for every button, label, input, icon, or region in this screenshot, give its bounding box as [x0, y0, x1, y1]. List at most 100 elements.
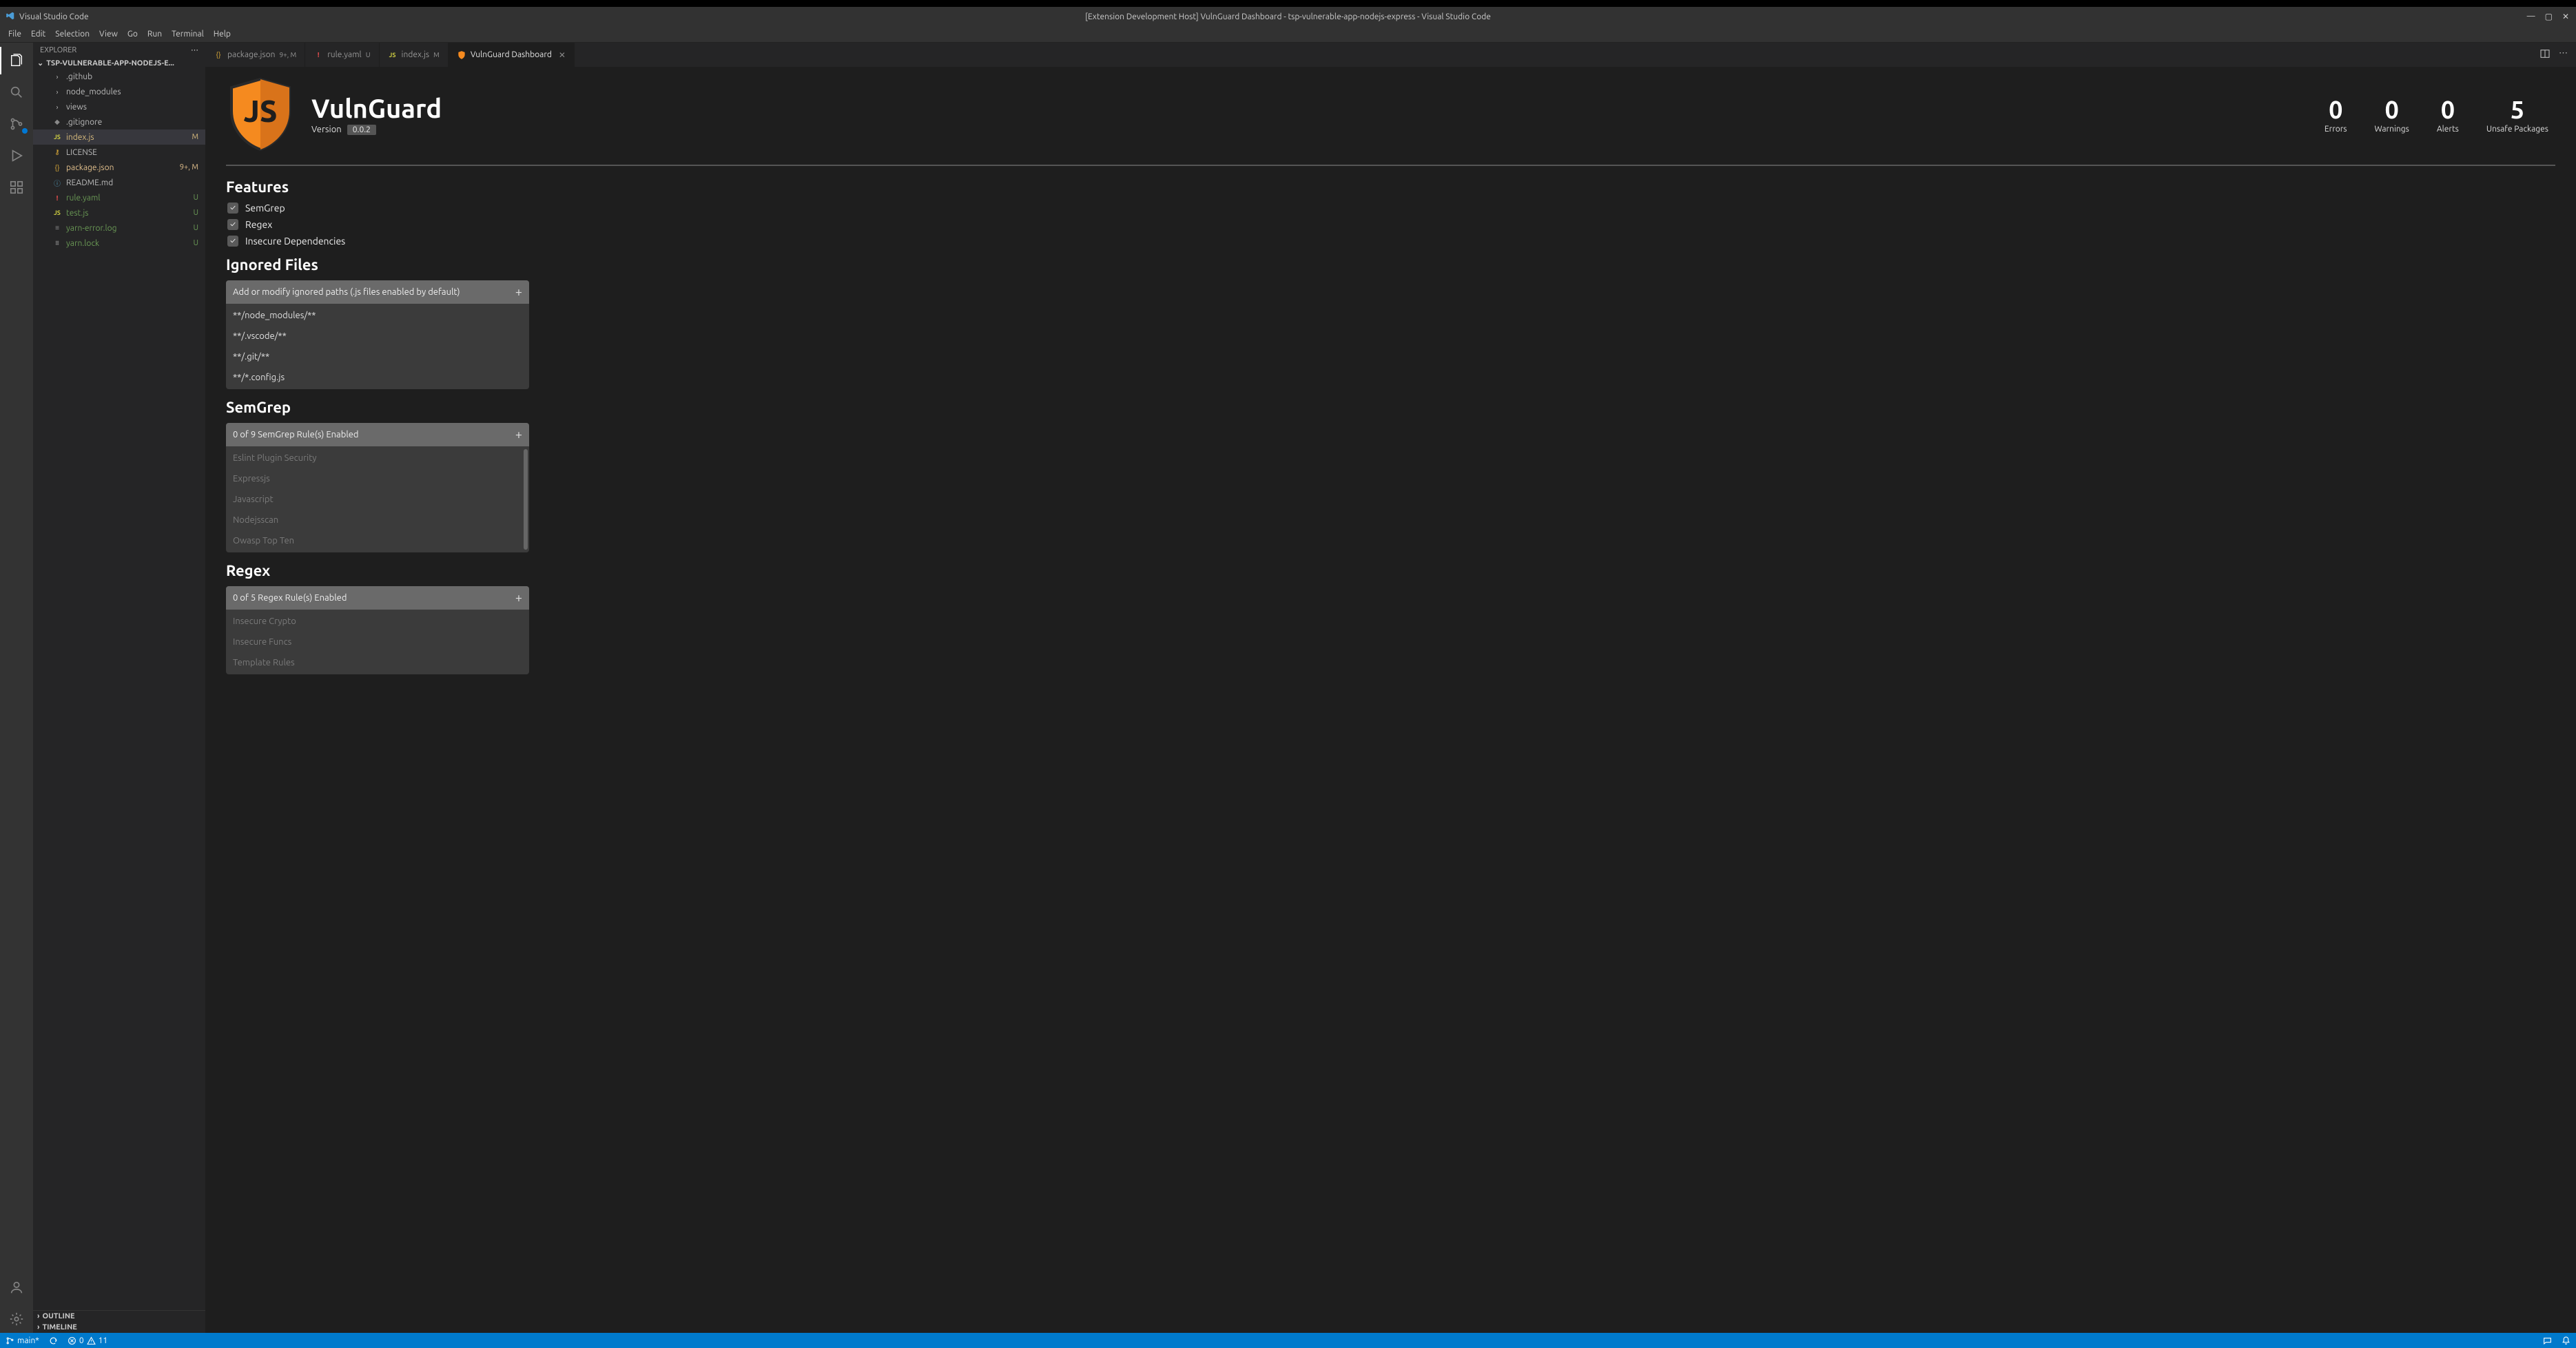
- scm-badge: [22, 128, 28, 134]
- checkbox-checked-icon[interactable]: ✓: [227, 236, 238, 247]
- menu-selection[interactable]: Selection: [51, 28, 94, 40]
- add-semgrep-rule-button[interactable]: +: [515, 428, 522, 441]
- status-feedback[interactable]: [2543, 1336, 2552, 1345]
- stat-label: Unsafe Packages: [2486, 125, 2548, 134]
- features-list: ✓SemGrep ✓Regex ✓Insecure Dependencies: [227, 203, 2555, 247]
- split-editor-icon[interactable]: [2539, 48, 2551, 61]
- regex-summary: 0 of 5 Regex Rule(s) Enabled: [233, 593, 347, 603]
- tab-rule-yaml[interactable]: !rule.yamlU: [305, 43, 379, 67]
- tree-item-label: yarn-error.log: [66, 224, 174, 233]
- list-item[interactable]: Javascript: [226, 489, 529, 510]
- explorer-root-label: TSP-VULNERABLE-APP-NODEJS-E...: [46, 59, 174, 68]
- file-index-js[interactable]: JSindex.jsM: [33, 129, 205, 145]
- version-label: Version: [311, 125, 342, 134]
- more-actions-icon[interactable]: ⋯: [2559, 48, 2568, 61]
- window-maximize-icon[interactable]: ▢: [2545, 12, 2553, 21]
- file--gitignore[interactable]: ◆.gitignore: [33, 114, 205, 129]
- stat-value: 5: [2486, 95, 2548, 123]
- menu-run[interactable]: Run: [143, 28, 166, 40]
- file-yarn-error-log[interactable]: ≡yarn-error.logU: [33, 220, 205, 236]
- menu-help[interactable]: Help: [209, 28, 235, 40]
- activity-search[interactable]: [0, 79, 33, 106]
- branch-name: main*: [17, 1336, 39, 1345]
- feature-insecure-dependencies[interactable]: ✓Insecure Dependencies: [227, 236, 2555, 247]
- git-status: U: [178, 224, 205, 232]
- list-item[interactable]: Eslint Plugin Security: [226, 448, 529, 468]
- activity-source-control[interactable]: [0, 110, 33, 138]
- tree-item-label: rule.yaml: [66, 194, 174, 203]
- vulnguard-dashboard: JS VulnGuard Version 0.0.2 0Errors0Warni…: [205, 67, 2576, 1333]
- checkbox-checked-icon[interactable]: ✓: [227, 203, 238, 214]
- tree-item-label: test.js: [66, 209, 174, 218]
- activity-explorer[interactable]: [0, 47, 33, 74]
- tree-item-label: node_modules: [66, 87, 174, 96]
- tab-index-js[interactable]: JSindex.jsM: [380, 43, 449, 67]
- window-minimize-icon[interactable]: —: [2527, 12, 2535, 21]
- list-item[interactable]: **/*.config.js: [226, 367, 529, 388]
- tab-package-json[interactable]: {}package.json9+, M: [205, 43, 305, 67]
- list-item[interactable]: **/node_modules/**: [226, 305, 529, 326]
- dashboard-title: VulnGuard: [311, 94, 442, 123]
- ignored-input-placeholder[interactable]: Add or modify ignored paths (.js files e…: [233, 287, 460, 297]
- tab-vulnguard-dashboard[interactable]: VulnGuard Dashboard✕: [449, 43, 575, 67]
- menu-go[interactable]: Go: [123, 28, 142, 40]
- list-item[interactable]: Nodejsscan: [226, 510, 529, 530]
- folder-node-modules[interactable]: ›node_modules: [33, 84, 205, 99]
- timeline-section[interactable]: TIMELINE: [33, 1322, 205, 1333]
- list-item[interactable]: Insecure Crypto: [226, 611, 529, 632]
- activity-extensions[interactable]: [0, 174, 33, 201]
- activity-account[interactable]: [0, 1274, 33, 1301]
- list-item[interactable]: Expressjs: [226, 468, 529, 489]
- git-status: U: [178, 194, 205, 202]
- folder--github[interactable]: ›.github: [33, 69, 205, 84]
- file-license[interactable]: ⚷LICENSE: [33, 145, 205, 160]
- activity-settings[interactable]: [0, 1305, 33, 1333]
- outline-label: OUTLINE: [42, 1312, 74, 1320]
- file-readme-md[interactable]: ⓘREADME.md: [33, 175, 205, 190]
- menu-terminal[interactable]: Terminal: [167, 28, 208, 40]
- list-item[interactable]: **/.git/**: [226, 346, 529, 367]
- file-yarn-lock[interactable]: ⩩yarn.lockU: [33, 236, 205, 251]
- chevron-down-icon: [37, 59, 43, 68]
- file-rule-yaml[interactable]: !rule.yamlU: [33, 190, 205, 205]
- stat-value: 0: [2325, 95, 2347, 123]
- status-notifications[interactable]: [2562, 1336, 2570, 1345]
- file-test-js[interactable]: JStest.jsU: [33, 205, 205, 220]
- add-ignored-path-button[interactable]: +: [515, 286, 522, 298]
- status-branch[interactable]: main*: [6, 1336, 39, 1345]
- window-close-icon[interactable]: ✕: [2562, 12, 2569, 21]
- tab-label: index.js: [402, 50, 430, 59]
- dashboard-stats: 0Errors0Warnings0Alerts5Unsafe Packages: [2325, 95, 2555, 134]
- add-regex-rule-button[interactable]: +: [515, 592, 522, 604]
- activity-run-debug[interactable]: [0, 142, 33, 169]
- folder-views[interactable]: ›views: [33, 99, 205, 114]
- status-bar: main* 0 11: [0, 1333, 2576, 1348]
- checkbox-checked-icon[interactable]: ✓: [227, 219, 238, 230]
- stat-label: Errors: [2325, 125, 2347, 134]
- status-sync[interactable]: [49, 1336, 58, 1345]
- tab-label: rule.yaml: [327, 50, 362, 59]
- file-package-json[interactable]: {}package.json9+, M: [33, 160, 205, 175]
- tab-status: U: [366, 51, 371, 59]
- tab-status: M: [433, 51, 440, 59]
- status-problems[interactable]: 0 11: [68, 1336, 107, 1345]
- feature-semgrep[interactable]: ✓SemGrep: [227, 203, 2555, 214]
- git-status: U: [178, 209, 205, 217]
- stat-label: Alerts: [2437, 125, 2459, 134]
- list-item[interactable]: Owasp Top Ten: [226, 530, 529, 551]
- list-item[interactable]: **/.vscode/**: [226, 326, 529, 346]
- tree-item-label: LICENSE: [66, 148, 174, 157]
- stat-errors: 0 Errors: [2325, 95, 2347, 134]
- menu-file[interactable]: File: [4, 28, 25, 40]
- feature-regex[interactable]: ✓Regex: [227, 219, 2555, 230]
- menu-view[interactable]: View: [95, 28, 122, 40]
- list-item[interactable]: Insecure Funcs: [226, 632, 529, 652]
- explorer-root[interactable]: TSP-VULNERABLE-APP-NODEJS-E...: [33, 57, 205, 69]
- tree-item-label: README.md: [66, 178, 174, 187]
- outline-section[interactable]: OUTLINE: [33, 1311, 205, 1322]
- close-tab-icon[interactable]: ✕: [559, 50, 566, 60]
- explorer-more-icon[interactable]: ⋯: [191, 45, 198, 54]
- list-item[interactable]: Template Rules: [226, 652, 529, 673]
- menu-edit[interactable]: Edit: [27, 28, 50, 40]
- stat-value: 0: [2375, 95, 2409, 123]
